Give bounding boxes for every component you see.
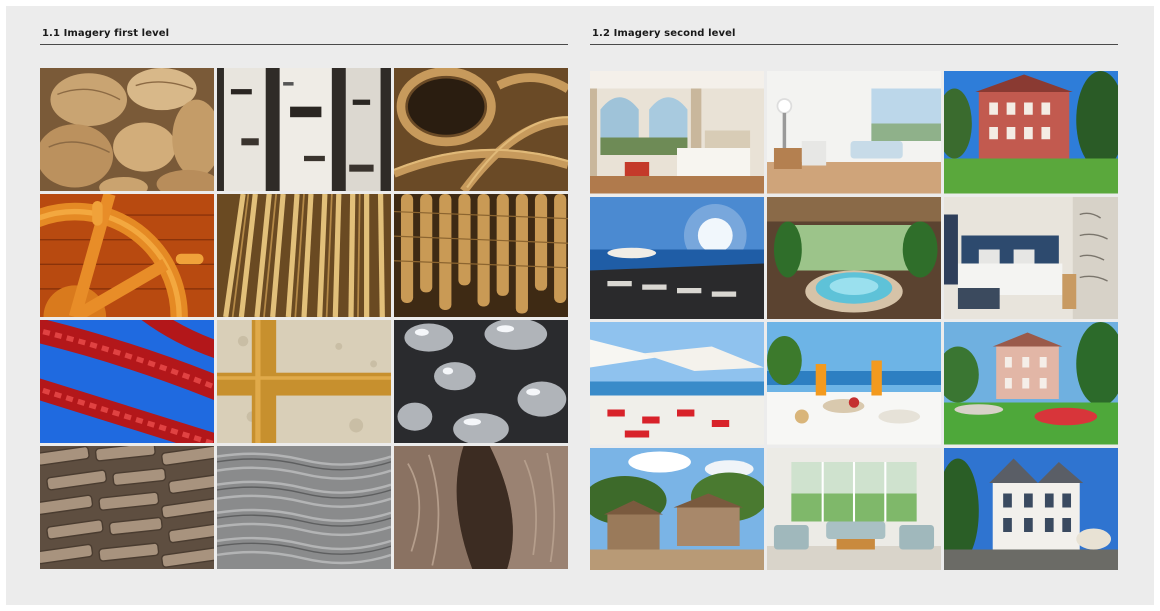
bright-lounge-image [767,71,941,194]
living-room-garden-view-image [767,447,941,570]
white-villa-image [944,447,1118,570]
pink-villa-image [944,322,1118,445]
red-braided-rope-image [40,320,214,443]
rope-strands-image [394,194,568,317]
ship-wheel-image [40,194,214,317]
birch-bark-image [217,68,391,191]
section-heading: 1.1 Imagery first level [42,28,170,39]
coiled-rope-image [394,68,568,191]
section-heading: 1.2 Imagery second level [592,28,736,39]
glass-bubble-lamps-image [394,320,568,443]
section-rule [590,44,1118,45]
stone-village-image [590,447,764,570]
moodboard-sheet: 1.1 Imagery first level 1.2 Imagery seco… [6,6,1154,605]
bedroom-blue-headboard-image [944,196,1118,319]
seaside-terrace-image [590,196,764,319]
raked-sand-image [217,446,391,569]
image-grid [40,68,568,569]
tree-bark-image [394,446,568,569]
wood-cross-plaster-image [217,320,391,443]
beach-umbrellas-image [590,322,764,445]
breakfast-by-sea-image [767,322,941,445]
stones-image [40,68,214,191]
hotel-bedroom-image [590,71,764,194]
image-grid [590,71,1118,570]
red-villa-image [944,71,1118,194]
section-rule [40,44,568,45]
indoor-pool-image [767,196,941,319]
stone-wall-image [40,446,214,569]
wooden-slats-image [217,194,391,317]
